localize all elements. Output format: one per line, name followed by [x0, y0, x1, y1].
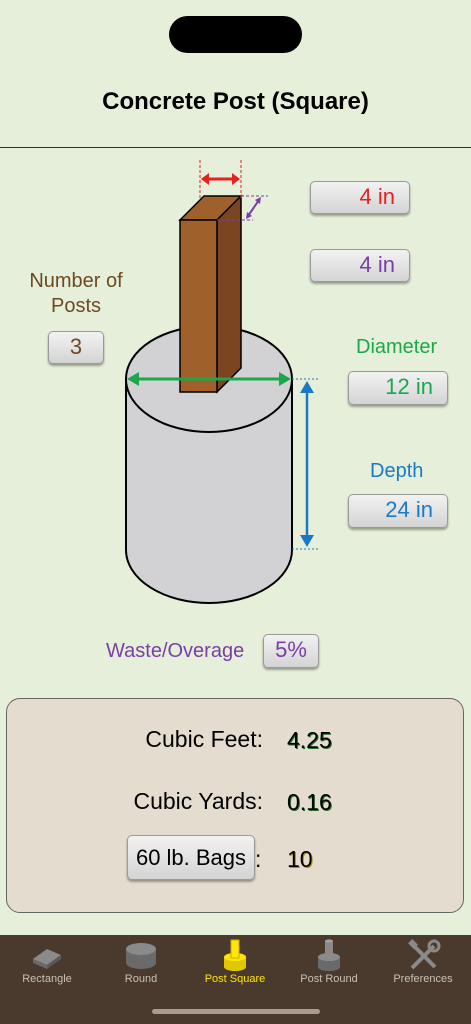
bags-colon: : — [255, 846, 262, 872]
tab-label: Rectangle — [22, 973, 72, 985]
post-front-face — [179, 219, 218, 393]
page-title: Concrete Post (Square) — [102, 88, 369, 115]
cubic-yards-value: 0.16 — [287, 789, 332, 815]
post-depth-arrow — [247, 199, 260, 217]
tab-label: Round — [124, 973, 158, 985]
tab-rectangle[interactable]: Rectangle — [0, 935, 94, 995]
tab-label: Post Square — [204, 973, 266, 985]
post-depth-button[interactable]: 4 in — [310, 249, 410, 282]
bags-size-button[interactable]: 60 lb. Bags — [127, 835, 255, 880]
tab-post-round[interactable]: Post Round — [282, 935, 376, 995]
tools-icon — [408, 939, 441, 970]
tab-label: Preferences — [393, 973, 453, 985]
num-posts-label: Number of Posts — [29, 270, 123, 317]
tab-post-square[interactable]: Post Square — [188, 935, 282, 995]
cubic-yards-label: Cubic Yards: — [133, 788, 263, 814]
tab-preferences[interactable]: Preferences — [376, 935, 470, 995]
cubic-feet-label: Cubic Feet: — [145, 726, 263, 752]
post-side-face — [216, 194, 242, 394]
post-width-button[interactable]: 4 in — [310, 181, 410, 214]
diameter-button[interactable]: 12 in — [348, 371, 448, 405]
results-panel: Cubic Feet: 4.25 Cubic Yards: 0.16 60 lb… — [6, 698, 464, 913]
post-round-icon — [318, 939, 340, 971]
waste-button[interactable]: 5% — [263, 634, 319, 668]
diameter-label: Diameter — [356, 336, 438, 358]
rectangle-slab-icon — [33, 949, 61, 969]
tab-label: Post Round — [300, 973, 358, 985]
cubic-feet-value: 4.25 — [287, 727, 332, 753]
depth-button[interactable]: 24 in — [348, 494, 448, 528]
header-divider — [0, 147, 471, 148]
waste-label: Waste/Overage — [106, 640, 245, 662]
home-indicator — [152, 1009, 320, 1014]
post-square-icon — [224, 939, 246, 971]
tab-round[interactable]: Round — [94, 935, 188, 995]
depth-label: Depth — [370, 460, 424, 482]
num-posts-button[interactable]: 3 — [48, 331, 104, 364]
camera-notch — [169, 16, 302, 53]
bags-value: 10 — [287, 846, 313, 872]
round-slab-icon — [126, 943, 156, 969]
